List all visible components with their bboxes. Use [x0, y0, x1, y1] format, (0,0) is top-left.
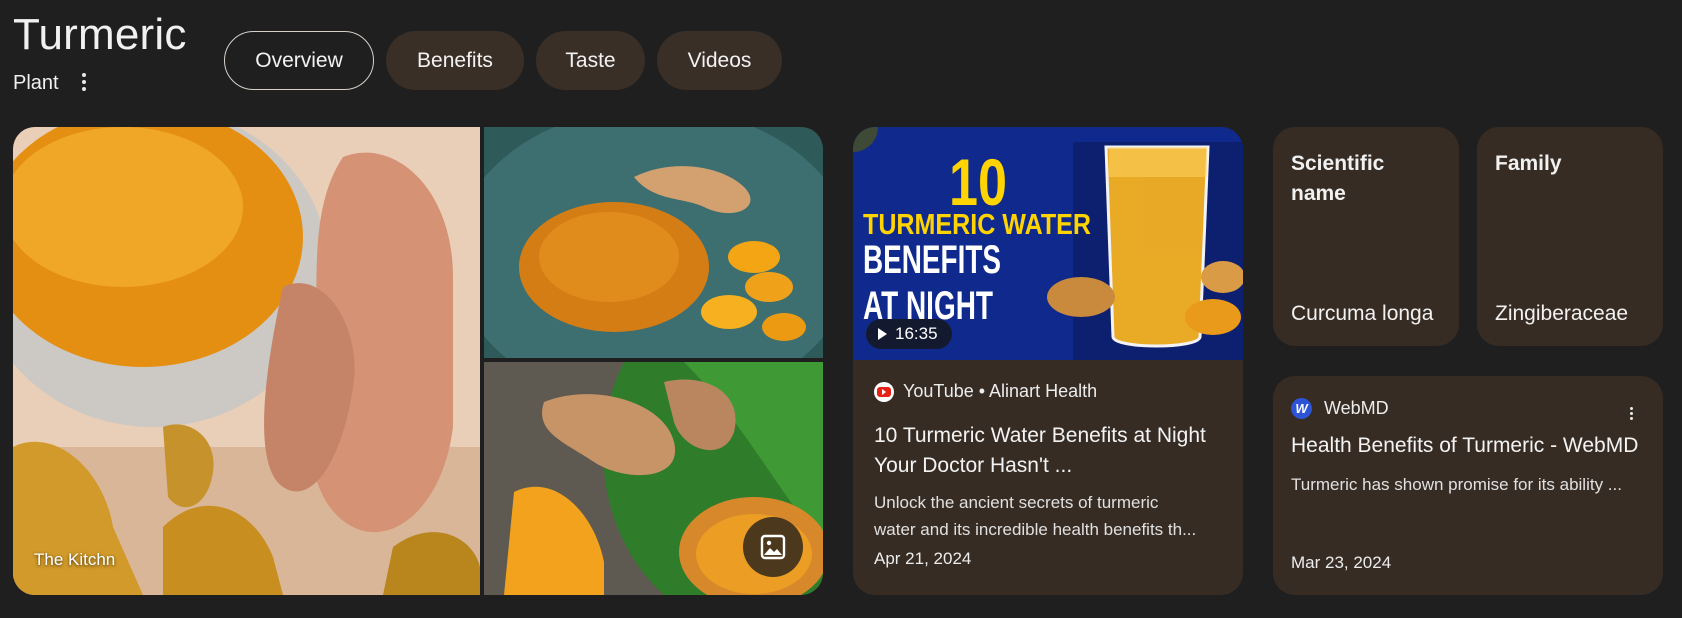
article-title[interactable]: Health Benefits of Turmeric - WebMD: [1291, 434, 1638, 458]
video-date: Apr 21, 2024: [874, 549, 972, 568]
image-source-label: The Kitchn: [34, 550, 116, 569]
video-desc-line: water and its incredible health benefits…: [874, 520, 1197, 539]
article-date: Mar 23, 2024: [1291, 553, 1392, 572]
video-description: Unlock the ancient secrets of turmeric w…: [874, 489, 1224, 543]
webmd-icon: W: [1291, 398, 1312, 419]
fact-card-scientific-name[interactable]: Scientific name Curcuma longa: [1273, 127, 1459, 346]
tab-label: Taste: [565, 48, 616, 72]
video-duration-badge: 16:35: [866, 319, 952, 349]
tab-label: Overview: [255, 48, 343, 72]
fact-card-family[interactable]: Family Zingiberaceae: [1477, 127, 1663, 346]
thumb-text-line2: BENEFITS: [863, 238, 1001, 282]
article-source: WebMD: [1324, 398, 1389, 418]
article-description: Turmeric has shown promise for its abili…: [1291, 475, 1622, 494]
more-images-button[interactable]: [743, 517, 803, 577]
video-desc-line: Unlock the ancient secrets of turmeric: [874, 493, 1159, 512]
thumb-text-line1: TURMERIC WATER: [863, 209, 1091, 241]
tab-label: Videos: [687, 48, 752, 72]
tab-overview[interactable]: Overview: [224, 31, 374, 90]
main-image[interactable]: [13, 127, 480, 595]
entity-title: Turmeric: [13, 10, 187, 59]
entity-subtitle: Plant: [13, 72, 59, 94]
video-source-row: YouTube • Alinart Health: [874, 381, 1097, 402]
image-icon: [760, 534, 786, 560]
more-options-icon[interactable]: [78, 70, 90, 94]
fact-label: Family: [1495, 152, 1562, 175]
article-card[interactable]: W WebMD Health Benefits of Turmeric - We…: [1273, 376, 1663, 595]
video-thumbnail[interactable]: 10 TURMERIC WATER BENEFITS AT NIGHT 16:3…: [853, 127, 1243, 360]
tab-videos[interactable]: Videos: [657, 31, 782, 90]
tab-taste[interactable]: Taste: [536, 31, 645, 90]
video-card[interactable]: 10 TURMERIC WATER BENEFITS AT NIGHT 16:3…: [853, 127, 1243, 595]
video-title-line: Your Doctor Hasn't ...: [874, 454, 1073, 477]
article-more-icon[interactable]: [1627, 404, 1635, 422]
youtube-icon: [874, 381, 894, 402]
article-source-row: W WebMD: [1291, 398, 1389, 419]
video-title-line: 10 Turmeric Water Benefits at Night: [874, 424, 1206, 447]
video-duration: 16:35: [895, 324, 938, 343]
play-icon: [878, 328, 887, 340]
fact-label: Scientific name: [1291, 152, 1385, 205]
video-source: YouTube • Alinart Health: [903, 381, 1098, 401]
thumb-text-number: 10: [949, 145, 1007, 219]
image-mosaic: The Kitchn: [13, 127, 823, 595]
tab-label: Benefits: [417, 48, 493, 72]
video-title[interactable]: 10 Turmeric Water Benefits at Night Your…: [874, 421, 1234, 481]
fact-value: Zingiberaceae: [1495, 302, 1629, 325]
image-spoon-powder[interactable]: [484, 127, 823, 358]
tab-benefits[interactable]: Benefits: [386, 31, 524, 90]
fact-value: Curcuma longa: [1291, 302, 1434, 325]
